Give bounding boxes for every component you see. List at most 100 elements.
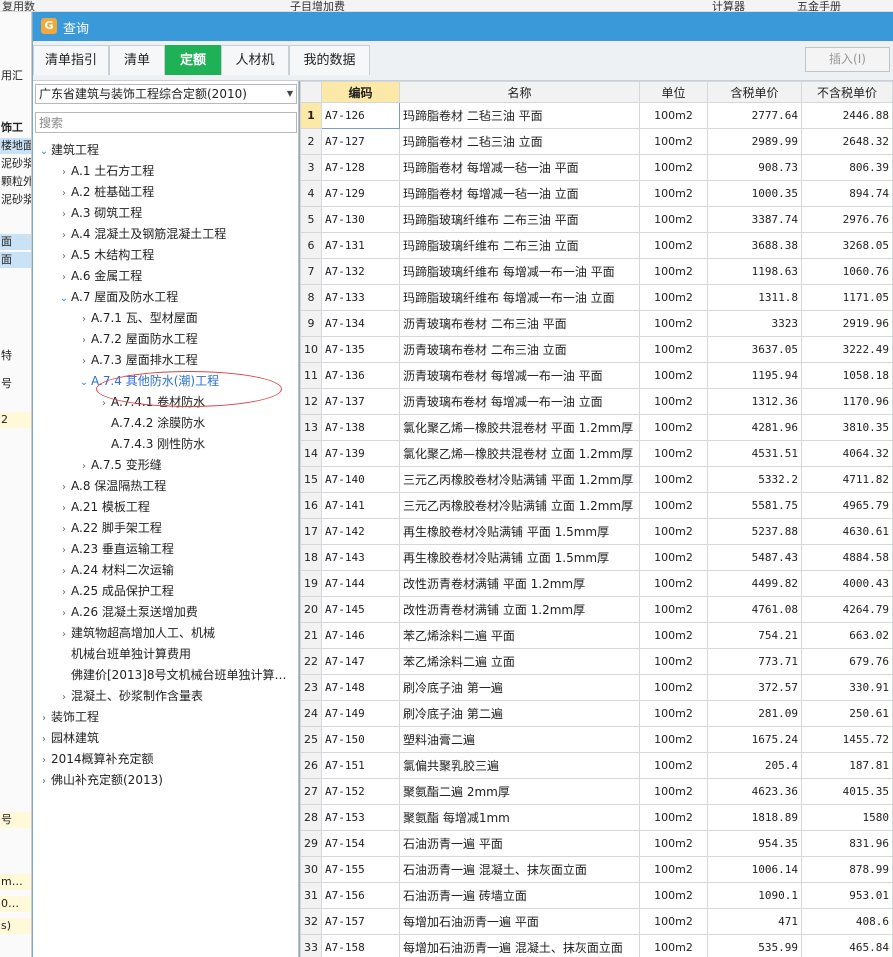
tab-list-guide[interactable]: 清单指引 xyxy=(33,45,109,75)
price-incl-tax-cell[interactable]: 4499.82 xyxy=(707,570,802,597)
row-number[interactable]: 25 xyxy=(300,726,322,753)
unit-cell[interactable]: 100m2 xyxy=(639,518,708,545)
tree-node[interactable]: › 园林建筑 xyxy=(37,728,99,749)
tree-node[interactable]: › 装饰工程 xyxy=(37,707,99,728)
tree-node[interactable]: A.7.4.3 刚性防水 xyxy=(97,434,205,455)
row-number[interactable]: 24 xyxy=(300,700,322,727)
row-number[interactable]: 33 xyxy=(300,934,322,957)
tree-node[interactable]: › A.8 保温隔热工程 xyxy=(57,476,166,497)
tree-node[interactable]: › 2014概算补充定额 xyxy=(37,749,154,770)
name-cell[interactable]: 玛蹄脂卷材 每增减一毡一油 立面 xyxy=(399,180,640,207)
tree-node[interactable]: › A.23 垂直运输工程 xyxy=(57,539,174,560)
code-cell[interactable]: A7-126 xyxy=(321,102,400,129)
table-row[interactable]: 4 A7-129 玛蹄脂卷材 每增减一毡一油 立面 100m2 1000.35 894.7… xyxy=(300,180,893,207)
table-row[interactable]: 9 A7-134 沥青玻璃布卷材 二布三油 平面 100m2 3323 2919.96 xyxy=(300,310,893,337)
price-incl-tax-cell[interactable]: 1195.94 xyxy=(707,362,802,389)
code-cell[interactable]: A7-132 xyxy=(321,258,400,285)
name-cell[interactable]: 玛蹄脂玻璃纤维布 每增减一布一油 平面 xyxy=(399,258,640,285)
tree-node[interactable]: 机械台班单独计算费用 xyxy=(57,644,191,665)
name-cell[interactable]: 苯乙烯涂料二遍 平面 xyxy=(399,622,640,649)
table-row[interactable]: 14 A7-139 氯化聚乙烯—橡胶共混卷材 立面 1.2mm厚 100m2 4531.… xyxy=(300,440,893,467)
search-input[interactable] xyxy=(35,112,297,133)
name-cell[interactable]: 三元乙丙橡胶卷材冷贴满铺 平面 1.2mm厚 xyxy=(399,466,640,493)
name-cell[interactable]: 氯偏共聚乳胶三遍 xyxy=(399,752,640,779)
unit-cell[interactable]: 100m2 xyxy=(639,648,708,675)
tree-node[interactable]: A.7.4.2 涂膜防水 xyxy=(97,413,205,434)
row-number[interactable]: 31 xyxy=(300,882,322,909)
chevron-right-icon[interactable]: › xyxy=(57,477,71,498)
unit-cell[interactable]: 100m2 xyxy=(639,622,708,649)
unit-cell[interactable]: 100m2 xyxy=(639,934,708,957)
row-number[interactable]: 12 xyxy=(300,388,322,415)
code-cell[interactable]: A7-130 xyxy=(321,206,400,233)
tree-node[interactable]: › A.7.4.1 卷材防水 xyxy=(97,392,205,413)
chevron-right-icon[interactable]: › xyxy=(77,330,91,351)
price-excl-tax-cell[interactable]: 4015.35 xyxy=(801,778,893,805)
row-number[interactable]: 13 xyxy=(300,414,322,441)
name-cell[interactable]: 氯化聚乙烯—橡胶共混卷材 平面 1.2mm厚 xyxy=(399,414,640,441)
table-row[interactable]: 21 A7-146 苯乙烯涂料二遍 平面 100m2 754.21 663.02 xyxy=(300,622,893,649)
row-number[interactable]: 4 xyxy=(300,180,322,207)
price-excl-tax-cell[interactable]: 831.96 xyxy=(801,830,893,857)
price-excl-tax-cell[interactable]: 408.6 xyxy=(801,908,893,935)
code-cell[interactable]: A7-128 xyxy=(321,154,400,181)
price-excl-tax-cell[interactable]: 894.74 xyxy=(801,180,893,207)
price-excl-tax-cell[interactable]: 1455.72 xyxy=(801,726,893,753)
table-row[interactable]: 27 A7-152 聚氨酯二遍 2mm厚 100m2 4623.36 4015.35 xyxy=(300,778,893,805)
price-excl-tax-cell[interactable]: 4711.82 xyxy=(801,466,893,493)
header-price-excl-tax[interactable]: 不含税单价 xyxy=(801,81,893,103)
row-number[interactable]: 2 xyxy=(300,128,322,155)
row-number[interactable]: 7 xyxy=(300,258,322,285)
price-incl-tax-cell[interactable]: 1090.1 xyxy=(707,882,802,909)
price-excl-tax-cell[interactable]: 3222.49 xyxy=(801,336,893,363)
chevron-down-icon[interactable]: ⌄ xyxy=(37,141,51,162)
row-number[interactable]: 15 xyxy=(300,466,322,493)
chevron-down-icon[interactable]: ⌄ xyxy=(57,288,71,309)
name-cell[interactable]: 每增加石油沥青一遍 混凝土、抹灰面立面 xyxy=(399,934,640,957)
code-cell[interactable]: A7-137 xyxy=(321,388,400,415)
table-row[interactable]: 29 A7-154 石油沥青一遍 平面 100m2 954.35 831.96 xyxy=(300,830,893,857)
tree-node[interactable]: › A.1 土石方工程 xyxy=(57,161,154,182)
tree-node[interactable]: ⌄ A.7.4 其他防水(潮)工程 xyxy=(77,371,219,392)
table-row[interactable]: 2 A7-127 玛蹄脂卷材 二毡三油 立面 100m2 2989.99 2648.32 xyxy=(300,128,893,155)
price-excl-tax-cell[interactable]: 4630.61 xyxy=(801,518,893,545)
table-row[interactable]: 20 A7-145 改性沥青卷材满铺 立面 1.2mm厚 100m2 4761.08 42… xyxy=(300,596,893,623)
code-cell[interactable]: A7-127 xyxy=(321,128,400,155)
unit-cell[interactable]: 100m2 xyxy=(639,778,708,805)
price-incl-tax-cell[interactable]: 1675.24 xyxy=(707,726,802,753)
unit-cell[interactable]: 100m2 xyxy=(639,804,708,831)
row-number[interactable]: 1 xyxy=(300,102,322,129)
unit-cell[interactable]: 100m2 xyxy=(639,206,708,233)
header-code[interactable]: 编码 xyxy=(321,81,400,103)
code-cell[interactable]: A7-145 xyxy=(321,596,400,623)
tree-node[interactable]: › A.5 木结构工程 xyxy=(57,245,154,266)
tree-node[interactable]: › A.7.5 变形缝 xyxy=(77,455,162,476)
chevron-right-icon[interactable]: › xyxy=(57,561,71,582)
row-number[interactable]: 21 xyxy=(300,622,322,649)
row-number[interactable]: 9 xyxy=(300,310,322,337)
header-name[interactable]: 名称 xyxy=(399,81,640,103)
name-cell[interactable]: 聚氨酯二遍 2mm厚 xyxy=(399,778,640,805)
price-excl-tax-cell[interactable]: 3810.35 xyxy=(801,414,893,441)
tree-node[interactable]: › A.7.3 屋面排水工程 xyxy=(77,350,198,371)
tree-node[interactable]: › A.3 砌筑工程 xyxy=(57,203,142,224)
table-row[interactable]: 8 A7-133 玛蹄脂玻璃纤维布 每增减一布一油 立面 100m2 1311.8 117… xyxy=(300,284,893,311)
tree-node[interactable]: ⌄ A.7 屋面及防水工程 xyxy=(57,287,178,308)
row-number[interactable]: 3 xyxy=(300,154,322,181)
price-excl-tax-cell[interactable]: 2976.76 xyxy=(801,206,893,233)
code-cell[interactable]: A7-156 xyxy=(321,882,400,909)
chevron-down-icon[interactable]: ⌄ xyxy=(77,372,91,393)
name-cell[interactable]: 沥青玻璃布卷材 二布三油 平面 xyxy=(399,310,640,337)
price-incl-tax-cell[interactable]: 1000.35 xyxy=(707,180,802,207)
code-cell[interactable]: A7-141 xyxy=(321,492,400,519)
table-row[interactable]: 6 A7-131 玛蹄脂玻璃纤维布 二布三油 立面 100m2 3688.38 3268.… xyxy=(300,232,893,259)
code-cell[interactable]: A7-154 xyxy=(321,830,400,857)
row-number[interactable]: 28 xyxy=(300,804,322,831)
price-excl-tax-cell[interactable]: 1580 xyxy=(801,804,893,831)
code-cell[interactable]: A7-134 xyxy=(321,310,400,337)
chevron-right-icon[interactable]: › xyxy=(57,267,71,288)
tree-node[interactable]: › A.7.1 瓦、型材屋面 xyxy=(77,308,198,329)
table-row[interactable]: 26 A7-151 氯偏共聚乳胶三遍 100m2 205.4 187.81 xyxy=(300,752,893,779)
price-excl-tax-cell[interactable]: 4884.58 xyxy=(801,544,893,571)
name-cell[interactable]: 石油沥青一遍 平面 xyxy=(399,830,640,857)
